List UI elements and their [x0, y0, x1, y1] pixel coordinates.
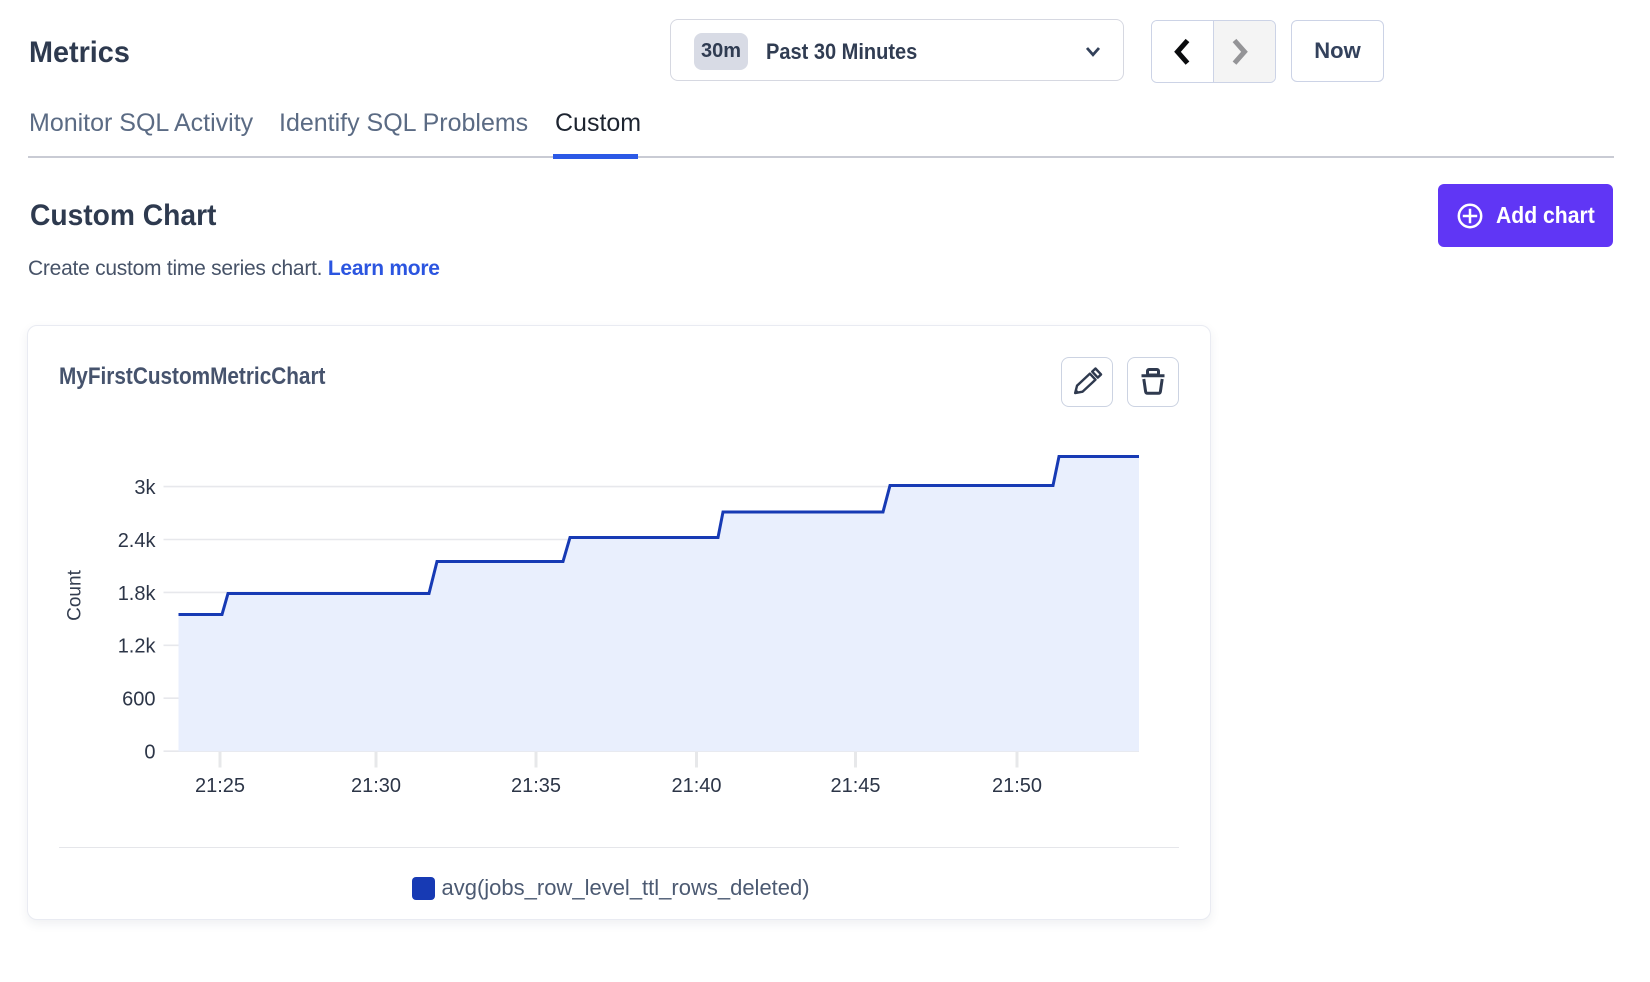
svg-text:21:25: 21:25 [195, 775, 245, 797]
svg-text:0: 0 [144, 742, 155, 764]
svg-text:21:50: 21:50 [992, 775, 1042, 797]
svg-text:1.2k: 1.2k [118, 636, 157, 658]
svg-text:1.8k: 1.8k [118, 583, 157, 605]
svg-text:600: 600 [122, 689, 155, 711]
svg-text:2.4k: 2.4k [118, 530, 157, 552]
svg-text:21:30: 21:30 [351, 775, 401, 797]
svg-text:Count: Count [65, 569, 86, 620]
svg-text:21:40: 21:40 [671, 775, 721, 797]
svg-text:21:35: 21:35 [511, 775, 561, 797]
svg-text:21:45: 21:45 [830, 775, 880, 797]
svg-text:3k: 3k [134, 477, 156, 499]
